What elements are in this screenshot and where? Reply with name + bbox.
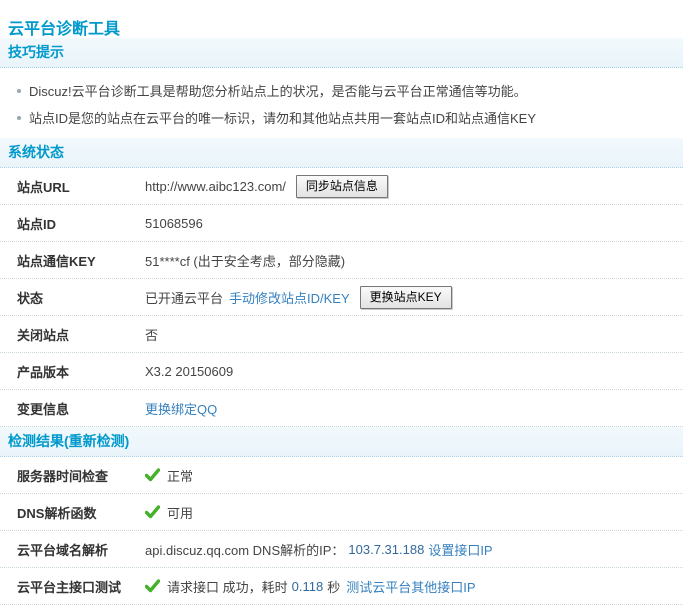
dns-function-value: 可用 [167,505,194,521]
domain-resolution-text: api.discuz.qq.com DNS解析的IP： [145,542,345,558]
detection-header-label: 检测结果 [8,433,64,449]
table-row-main-api-test: 云平台主接口测试 请求接口 成功，耗时 0.118 秒 测试云平台其他接口IP [0,568,683,605]
status-label: 状态 [17,290,44,306]
site-closed-value: 否 [145,327,159,343]
table-row-site-url: 站点URL http://www.aibc123.com/ 同步站点信息 [0,168,683,205]
table-row-status: 状态 已开通云平台 手动修改站点ID/KEY 更换站点KEY [0,279,683,316]
success-check-icon [145,468,160,482]
resolved-ip-value: 103.7.31.188 [348,541,425,557]
site-key-value: 51****cf (出于安全考虑，部分隐藏) [145,253,346,269]
success-check-icon [145,505,160,519]
replace-site-key-button[interactable]: 更换站点KEY [359,285,452,309]
success-check-icon [145,579,160,593]
sync-site-info-button[interactable]: 同步站点信息 [295,174,388,198]
product-version-value: X3.2 20150609 [145,363,234,379]
table-row-site-id: 站点ID 51068596 [0,205,683,242]
system-status-section-header: 系统状态 [0,138,683,168]
site-closed-label: 关闭站点 [17,327,70,343]
detection-section-header: 检测结果(重新检测) [0,427,683,457]
table-row-change-info: 变更信息 更换绑定QQ [0,390,683,427]
main-api-test-label: 云平台主接口测试 [17,579,122,595]
elapsed-seconds-value: 0.118 [291,578,324,594]
server-time-value: 正常 [167,468,194,484]
table-row-dns-function: DNS解析函数 可用 [0,494,683,531]
tips-section-header: 技巧提示 [0,38,683,68]
site-url-value: http://www.aibc123.com/ [145,178,286,194]
page-title: 云平台诊断工具 [8,21,121,38]
bullet-icon [17,89,21,93]
domain-resolution-label: 云平台域名解析 [17,542,109,558]
table-row-site-key: 站点通信KEY 51****cf (出于安全考虑，部分隐藏) [0,242,683,279]
modify-id-key-link[interactable]: 手动修改站点ID/KEY [229,288,350,307]
server-time-label: 服务器时间检查 [17,468,109,484]
site-id-label: 站点ID [17,216,57,232]
product-version-label: 产品版本 [17,364,70,380]
site-key-label: 站点通信KEY [17,253,96,269]
rebind-qq-link[interactable]: 更换绑定QQ [145,399,217,418]
tips-list: Discuz!云平台诊断工具是帮助您分析站点上的状况，是否能与云平台正常通信等功… [0,68,683,138]
table-row-product-version: 产品版本 X3.2 20150609 [0,353,683,390]
tip-text: 站点ID是您的站点在云平台的唯一标识，请勿和其他站点共用一套站点ID和站点通信K… [29,111,537,126]
tips-header-label: 技巧提示 [8,44,64,60]
site-url-label: 站点URL [17,179,70,195]
change-info-label: 变更信息 [17,401,70,417]
tip-item: 站点ID是您的站点在云平台的唯一标识，请勿和其他站点共用一套站点ID和站点通信K… [0,105,683,132]
tip-text: Discuz!云平台诊断工具是帮助您分析站点上的状况，是否能与云平台正常通信等功… [29,84,527,99]
bullet-icon [17,116,21,120]
recheck-link[interactable]: (重新检测) [64,433,129,449]
table-row-site-closed: 关闭站点 否 [0,316,683,353]
site-id-value: 51068596 [145,215,203,231]
table-row-server-time: 服务器时间检查 正常 [0,457,683,494]
system-status-header-label: 系统状态 [8,144,64,160]
dns-function-label: DNS解析函数 [17,505,97,521]
status-value: 已开通云平台 [145,290,224,306]
tip-item: Discuz!云平台诊断工具是帮助您分析站点上的状况，是否能与云平台正常通信等功… [0,78,683,105]
main-api-test-text: 请求接口 成功，耗时 [167,579,288,595]
test-other-interface-ip-link[interactable]: 测试云平台其他接口IP [346,577,475,596]
table-row-domain-resolution: 云平台域名解析 api.discuz.qq.com DNS解析的IP： 103.… [0,531,683,568]
seconds-unit-label: 秒 [327,579,341,595]
set-interface-ip-link[interactable]: 设置接口IP [428,540,492,559]
